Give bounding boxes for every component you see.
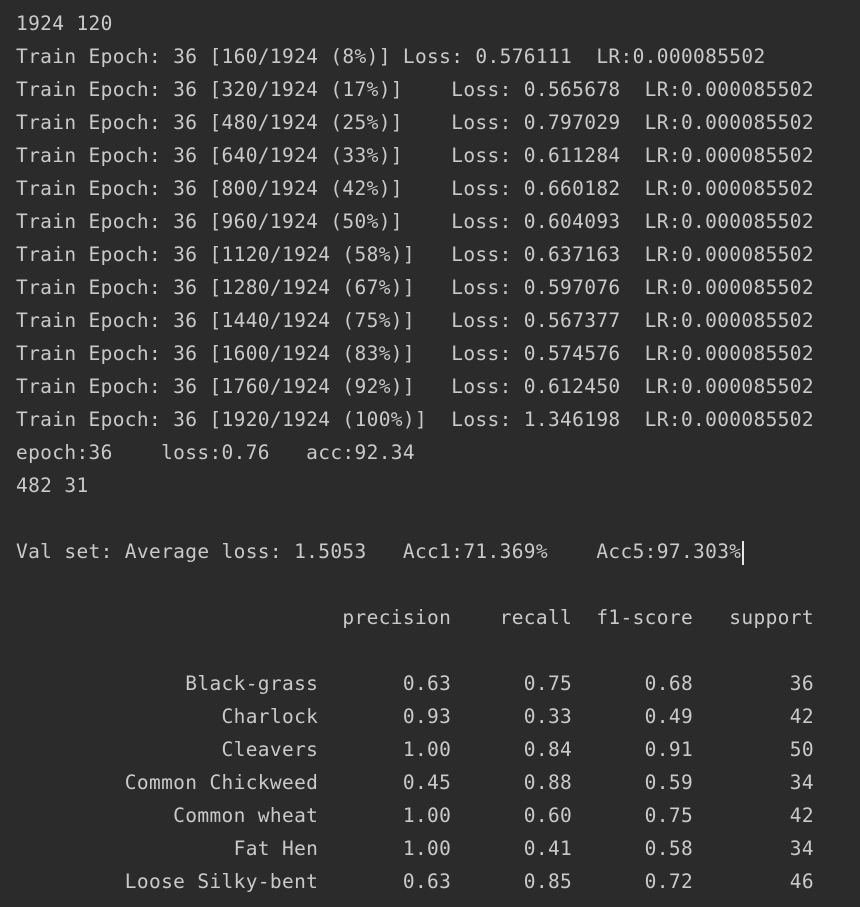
- train-log-line: Train Epoch: 36 [960/1924 (50%)] Loss: 0…: [16, 210, 814, 233]
- report-header-line: precision recall f1-score support: [16, 606, 814, 629]
- val-summary-line: Val set: Average loss: 1.5053 Acc1:71.36…: [16, 535, 856, 568]
- report-row: Cleavers 1.00 0.84 0.91 50: [16, 738, 814, 761]
- epoch-summary-line: epoch:36 loss:0.76 acc:92.34: [16, 441, 415, 464]
- train-log-line: Train Epoch: 36 [1120/1924 (58%)] Loss: …: [16, 243, 814, 266]
- train-log-line: Train Epoch: 36 [640/1924 (33%)] Loss: 0…: [16, 144, 814, 167]
- console-output[interactable]: 1924 120 Train Epoch: 36 [160/1924 (8%)]…: [16, 7, 856, 898]
- report-row: Loose Silky-bent 0.63 0.85 0.72 46: [16, 870, 814, 893]
- val-summary-text: Val set: Average loss: 1.5053 Acc1:71.36…: [16, 540, 742, 563]
- report-row: Charlock 0.93 0.33 0.49 42: [16, 705, 814, 728]
- train-log-line: Train Epoch: 36 [160/1924 (8%)] Loss: 0.…: [16, 45, 766, 68]
- text-cursor: [742, 540, 745, 565]
- train-log-line: Train Epoch: 36 [1760/1924 (92%)] Loss: …: [16, 375, 814, 398]
- console-line: 1924 120: [16, 12, 113, 35]
- train-log-line: Train Epoch: 36 [1600/1924 (83%)] Loss: …: [16, 342, 814, 365]
- report-row: Black-grass 0.63 0.75 0.68 36: [16, 672, 814, 695]
- train-log-line: Train Epoch: 36 [1920/1924 (100%)] Loss:…: [16, 408, 814, 431]
- report-row: Common wheat 1.00 0.60 0.75 42: [16, 804, 814, 827]
- train-log-line: Train Epoch: 36 [320/1924 (17%)] Loss: 0…: [16, 78, 814, 101]
- train-log-line: Train Epoch: 36 [1280/1924 (67%)] Loss: …: [16, 276, 814, 299]
- train-log-line: Train Epoch: 36 [480/1924 (25%)] Loss: 0…: [16, 111, 814, 134]
- train-log-line: Train Epoch: 36 [1440/1924 (75%)] Loss: …: [16, 309, 814, 332]
- console-line: 482 31: [16, 474, 89, 497]
- train-log-line: Train Epoch: 36 [800/1924 (42%)] Loss: 0…: [16, 177, 814, 200]
- report-row: Common Chickweed 0.45 0.88 0.59 34: [16, 771, 814, 794]
- report-row: Fat Hen 1.00 0.41 0.58 34: [16, 837, 814, 860]
